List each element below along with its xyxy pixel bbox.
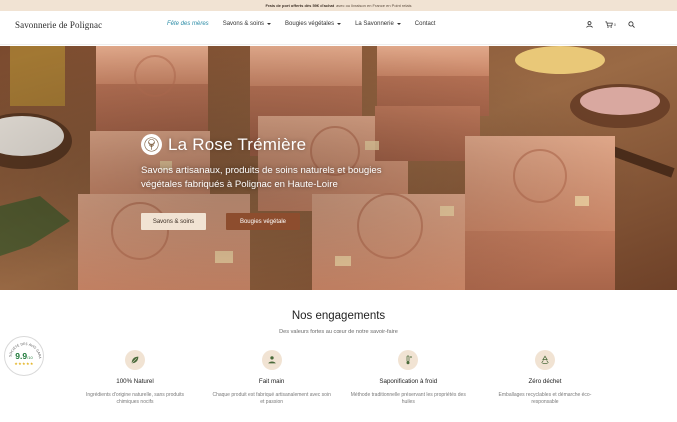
hero-content: La Rose Trémière Savons artisanaux, prod… bbox=[141, 134, 401, 191]
nav-item-savons-soins[interactable]: Savons & soins bbox=[222, 21, 272, 27]
feature-cold-process: Saponification à froid Méthode tradition… bbox=[343, 350, 473, 406]
nav-item-label: Bougies végétales bbox=[285, 21, 335, 27]
tree-logo-icon bbox=[141, 134, 162, 155]
cart-button[interactable]: 0 bbox=[605, 21, 616, 28]
feature-title: 100% Naturel bbox=[116, 378, 154, 385]
reviews-badge-arc: SOCIÉTÉ DES AVIS GARANTIS bbox=[5, 337, 42, 360]
feature-title: Zéro déchet bbox=[528, 378, 562, 385]
nav-item-label: Savons & soins bbox=[222, 21, 265, 27]
reviews-badge-arc-text: SOCIÉTÉ DES AVIS GARANTIS bbox=[5, 337, 42, 360]
nav-item-fete-des-meres[interactable]: Fête des mères bbox=[167, 21, 209, 27]
hero-banner: La Rose Trémière Savons artisanaux, prod… bbox=[0, 46, 677, 290]
svg-text:SOCIÉTÉ DES AVIS GARANTIS: SOCIÉTÉ DES AVIS GARANTIS bbox=[5, 337, 42, 360]
hero-title: La Rose Trémière bbox=[141, 134, 401, 155]
leaf-icon bbox=[125, 350, 145, 370]
thermometer-icon bbox=[398, 350, 419, 370]
feature-zero-waste: Zéro déchet Emballages recyclables et dé… bbox=[480, 350, 610, 406]
nav-item-la-savonnerie[interactable]: La Savonnerie bbox=[355, 21, 401, 27]
savons-soins-button[interactable]: Savons & soins bbox=[141, 213, 206, 230]
hero-subtitle: Savons artisanaux, produits de soins nat… bbox=[141, 165, 382, 190]
feature-desc: Ingrédients d'origine naturelle, sans pr… bbox=[86, 392, 184, 405]
section-title: Nos engagements bbox=[291, 310, 386, 322]
feature-handmade: Fait main Chaque produit est fabriqué ar… bbox=[207, 350, 337, 406]
search-icon[interactable] bbox=[628, 21, 635, 28]
hero-title-text: La Rose Trémière bbox=[168, 134, 307, 154]
engagements-section: Nos engagements Des valeurs fortes au cœ… bbox=[0, 290, 677, 422]
shipping-banner: Frais de port offerts dès 59€ d'achat av… bbox=[0, 0, 677, 11]
cart-icon bbox=[605, 21, 613, 28]
feature-title: Fait main bbox=[258, 378, 285, 385]
shipping-banner-rest: avec ou livraison en France en Point rel… bbox=[336, 3, 412, 8]
nav-item-bougies-vegetales[interactable]: Bougies végétales bbox=[285, 21, 342, 27]
chevron-down-icon bbox=[337, 23, 342, 25]
hero-buttons: Savons & soins Bougies végétale bbox=[141, 213, 300, 230]
nav-item-label: Contact bbox=[414, 21, 436, 27]
main-nav: Fête des mères Savons & soins Bougies vé… bbox=[167, 21, 435, 27]
feature-title: Saponification à froid bbox=[379, 378, 438, 385]
shipping-banner-strong: Frais de port offerts dès 59€ d'achat bbox=[265, 3, 335, 8]
section-subtitle: Des valeurs fortes au cœur de notre savo… bbox=[279, 329, 398, 335]
nav-item-label: La Savonnerie bbox=[355, 21, 394, 27]
user-icon[interactable] bbox=[586, 21, 593, 28]
site-logo[interactable]: Savonnerie de Polignac bbox=[15, 20, 102, 30]
chevron-down-icon bbox=[396, 23, 401, 25]
bougies-vegetales-button[interactable]: Bougies végétale bbox=[226, 213, 300, 230]
header-icons: 0 bbox=[586, 21, 635, 28]
feature-desc: Chaque produit est fabriqué artisanaleme… bbox=[212, 392, 331, 405]
site-header: Savonnerie de Polignac Fête des mères Sa… bbox=[0, 11, 677, 45]
handmade-icon bbox=[261, 350, 282, 370]
feature-natural: 100% Naturel Ingrédients d'origine natur… bbox=[70, 350, 200, 406]
nav-item-label: Fête des mères bbox=[167, 21, 209, 27]
reviews-badge[interactable]: SOCIÉTÉ DES AVIS GARANTIS 9.9 /10 ★★★★★ bbox=[4, 336, 44, 376]
recycle-icon bbox=[534, 350, 555, 370]
feature-desc: Méthode traditionnelle préservant les pr… bbox=[350, 392, 466, 405]
feature-desc: Emballages recyclables et démarche éco-r… bbox=[498, 392, 592, 405]
chevron-down-icon bbox=[267, 23, 272, 25]
cart-count: 0 bbox=[613, 22, 616, 27]
features-list: 100% Naturel Ingrédients d'origine natur… bbox=[70, 350, 610, 406]
nav-item-contact[interactable]: Contact bbox=[415, 21, 436, 27]
